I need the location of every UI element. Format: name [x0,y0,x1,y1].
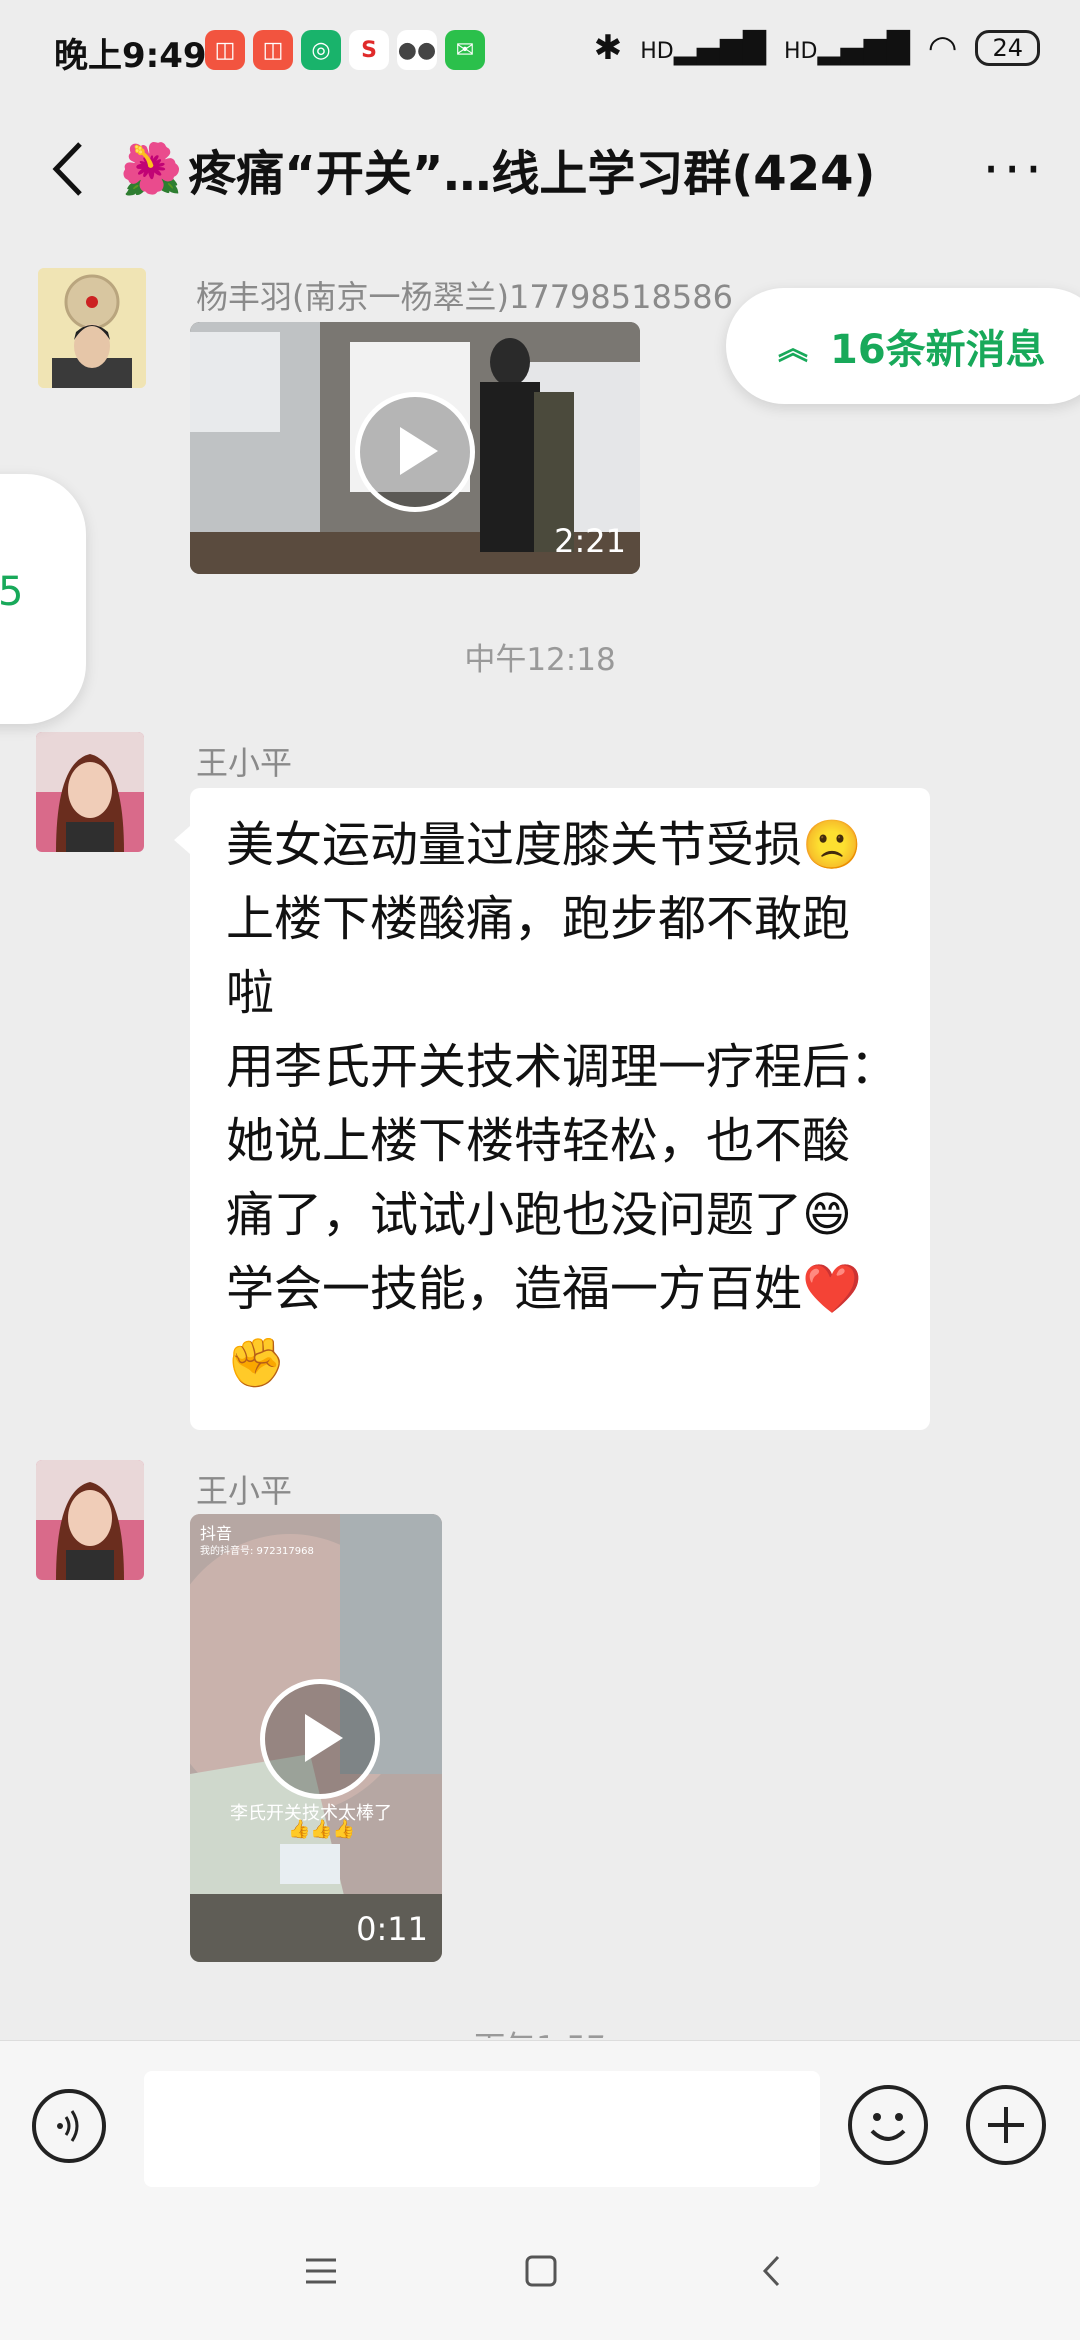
status-bar: 晚上9:49 ◫ ◫ ◎ S ●● ✉ ✱ HD▂▄▆█ HD▂▄▆█ ◠ 24 [0,0,1080,110]
signal-bars-icon: ▂▄▆█ [817,30,910,66]
back-nav-icon[interactable] [760,2254,784,2288]
left-pill-text: 5 [0,569,24,615]
wechat-moments-icon: ●● [397,30,437,70]
signal-1: HD▂▄▆█ [640,31,766,66]
radar-icon: ◎ [301,30,341,70]
new-messages-button[interactable]: ︽ 16条新消息 [726,288,1080,404]
message-line: 啦 [226,965,275,1021]
video-caption-emoji: 👍👍👍 [288,1819,356,1840]
xiaohongshu-icon: ◫ [205,30,245,70]
play-icon[interactable] [355,392,475,512]
avatar[interactable] [36,732,144,852]
input-bar [0,2040,1080,2211]
chat-title: 🌺 疼痛“开关”…线上学习群(424) [120,134,875,204]
video-duration: 2:21 [554,522,626,560]
battery-indicator: 24 [975,30,1040,66]
sender-name: 王小平 [196,744,293,782]
bluetooth-icon: ✱ [593,28,623,68]
voice-icon[interactable] [32,2089,106,2163]
chat-messages[interactable]: 杨丰羽(南京一杨翠兰)17798518586 2:21 中午12:18 王小平 … [0,230,1080,2038]
menu-icon[interactable] [304,2256,338,2286]
hd-label: HD [784,38,818,64]
status-time: 晚上9:49 [54,36,207,76]
text-message-bubble[interactable]: 美女运动量过度膝关节受损🙁 上楼下楼酸痛，跑步都不敢跑 啦 用李氏开关技术调理一… [174,788,930,1430]
video-message[interactable]: 2:21 [190,322,640,574]
wifi-icon: ◠ [927,28,958,68]
sender-name: 杨丰羽(南京一杨翠兰)17798518586 [196,278,733,316]
message-line: 美女运动量过度膝关节受损🙁 [226,817,862,873]
message-line: ✊ [226,1335,286,1391]
sender-name: 王小平 [196,1472,293,1510]
message-line: 上楼下楼酸痛，跑步都不敢跑 [226,891,851,947]
timestamp: 下午1:57 [0,2022,1080,2038]
status-right: ✱ HD▂▄▆█ HD▂▄▆█ ◠ 24 [594,28,1040,68]
message-line: 用李氏开关技术调理一疗程后： [226,1039,899,1095]
avatar[interactable] [36,1460,144,1580]
status-app-icons: ◫ ◫ ◎ S ●● ✉ [205,30,485,70]
signal-2: HD▂▄▆█ [784,31,910,66]
timestamp: 中午12:18 [464,642,616,678]
signal-bars-icon: ▂▄▆█ [673,30,766,66]
video-duration: 0:11 [356,1910,428,1948]
new-messages-label: 16条新消息 [830,327,1046,373]
avatar[interactable] [38,268,146,388]
plus-icon[interactable] [966,2085,1046,2165]
play-icon[interactable] [260,1679,380,1799]
wechat-icon: ✉ [445,30,485,70]
message-line: 学会一技能，造福一方百姓❤️ [226,1261,862,1317]
system-navigation-bar [0,2210,1080,2340]
home-icon[interactable] [524,2254,558,2288]
hibiscus-icon: 🌺 [120,139,183,198]
xiaohongshu-icon: ◫ [253,30,293,70]
double-chevron-up-icon: ︽ [778,332,808,367]
hd-label: HD [640,38,674,64]
emoji-icon[interactable] [848,2085,928,2165]
douyin-brand: 抖音 [200,1524,233,1543]
left-floating-pill[interactable]: 5 [0,474,86,724]
douyin-id: 我的抖音号: 972317968 [200,1546,314,1557]
message-input[interactable] [144,2071,820,2187]
message-line: 她说上楼下楼特轻松，也不酸 [226,1113,851,1169]
video-message[interactable]: 抖音 我的抖音号: 972317968 李氏开关技术太棒了 👍👍👍 0:11 [190,1514,442,1962]
sina-weibo-icon: S [349,30,389,70]
message-line: 痛了，试试小跑也没问题了😄 [226,1187,853,1243]
more-options-icon[interactable]: ··· [983,138,1047,201]
chat-header: 🌺 疼痛“开关”…线上学习群(424) ··· [0,110,1080,230]
chat-title-text: 疼痛“开关”…线上学习群(424) [188,146,876,202]
back-icon[interactable] [38,134,98,204]
